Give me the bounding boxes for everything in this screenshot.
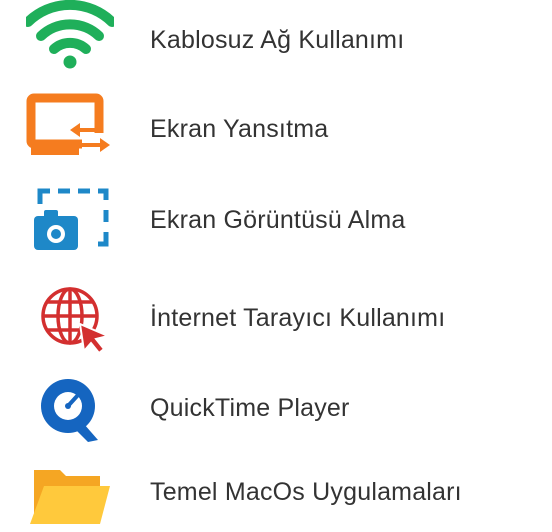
web-browser-globe-icon <box>26 278 114 358</box>
quicktime-icon <box>26 368 114 448</box>
list-item-quicktime[interactable]: QuickTime Player <box>0 368 552 448</box>
list-item-macos-apps[interactable]: Temel MacOs Uygulamaları <box>0 452 552 532</box>
list-item-label: İnternet Tarayıcı Kullanımı <box>150 304 446 332</box>
list-item-screenshot[interactable]: Ekran Görüntüsü Alma <box>0 180 552 260</box>
list-item-label: QuickTime Player <box>150 394 350 422</box>
folder-icon <box>26 452 114 532</box>
list-item-label: Kablosuz Ağ Kullanımı <box>150 26 405 54</box>
list-item-screen-mirroring[interactable]: Ekran Yansıtma <box>0 89 552 169</box>
list-item-label: Ekran Yansıtma <box>150 115 329 143</box>
screen-mirroring-icon <box>26 89 114 169</box>
list-item-label: Temel MacOs Uygulamaları <box>150 478 462 506</box>
list-item-label: Ekran Görüntüsü Alma <box>150 206 406 234</box>
list-item-web-browser[interactable]: İnternet Tarayıcı Kullanımı <box>0 278 552 358</box>
wifi-icon <box>26 0 114 80</box>
list-item-wifi[interactable]: Kablosuz Ağ Kullanımı <box>0 0 552 80</box>
topic-list: Kablosuz Ağ Kullanımı Ekran Yansıtma Ekr… <box>0 0 552 532</box>
screenshot-camera-icon <box>26 180 114 260</box>
